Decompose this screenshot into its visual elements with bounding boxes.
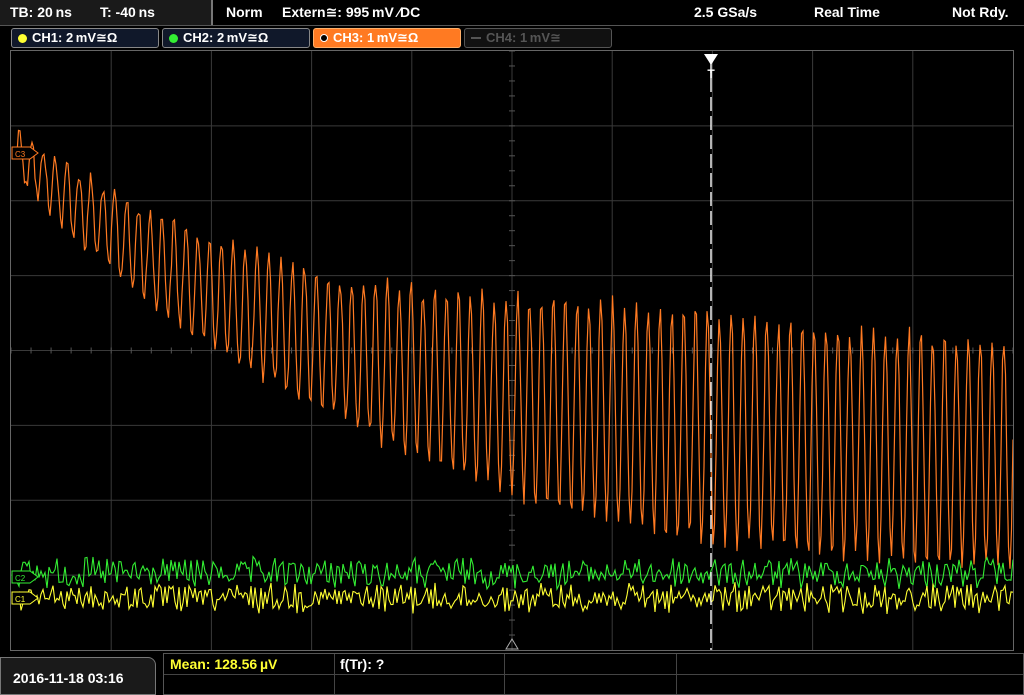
- waveform-display[interactable]: T C3 C2 C1: [10, 50, 1014, 651]
- acquisition-mode: Real Time: [814, 4, 880, 20]
- channel-tab-ch4[interactable]: CH4: 1 mV≅: [464, 28, 612, 48]
- channel-tab-ch3-label: CH3: 1 mV≅Ω: [333, 30, 419, 45]
- channel-tab-ch2[interactable]: CH2: 2 mV≅Ω: [162, 28, 310, 48]
- channel-tab-ch1-label: CH1: 2 mV≅Ω: [32, 30, 118, 45]
- ch1-offset-label: C1: [15, 595, 26, 604]
- ch3-color-icon: [320, 34, 328, 42]
- ch2-offset-label: C2: [15, 574, 26, 583]
- bottom-bar: 2016-11-18 03:16 Mean: 128.56 µV f(Tr): …: [0, 653, 1024, 695]
- measurement-frequency: f(Tr): ?: [340, 656, 385, 672]
- trigger-source[interactable]: Extern≅: 995 mV ∕DC: [282, 4, 420, 21]
- measurement-divider: [164, 674, 1023, 675]
- channel-tab-ch4-label: CH4: 1 mV≅: [486, 30, 561, 45]
- measurement-panel[interactable]: Mean: 128.56 µV f(Tr): ?: [163, 653, 1024, 695]
- timebase-panel[interactable]: TB: 20 ns T: -40 ns: [0, 0, 213, 25]
- trigger-marker-label: T: [707, 67, 715, 81]
- timebase-readout: TB: 20 ns: [10, 4, 72, 20]
- ch3-offset-label: C3: [15, 150, 26, 159]
- datetime: 2016-11-18 03:16: [13, 670, 124, 686]
- channel-tab-ch2-label: CH2: 2 mV≅Ω: [183, 30, 269, 45]
- trigger-position-icon[interactable]: [704, 54, 718, 65]
- measurement-mean: Mean: 128.56 µV: [170, 656, 278, 672]
- ch1-color-icon: [18, 33, 27, 43]
- sample-rate: 2.5 GSa/s: [694, 4, 758, 20]
- trigger-mode[interactable]: Norm: [226, 4, 263, 20]
- ch4-off-icon: [471, 37, 481, 39]
- ch1-offset-marker[interactable]: C1: [11, 591, 39, 605]
- ch2-waveform: [16, 555, 1013, 592]
- channel-tab-ch1[interactable]: CH1: 2 mV≅Ω: [11, 28, 159, 48]
- status-bar: TB: 20 ns T: -40 ns Norm Extern≅: 995 mV…: [0, 0, 1024, 25]
- ch3-waveform: [16, 129, 1013, 569]
- ch2-color-icon: [169, 33, 178, 43]
- channel-tab-ch3[interactable]: CH3: 1 mV≅Ω: [313, 28, 461, 48]
- acquisition-status: Not Rdy.: [952, 4, 1009, 20]
- ch2-offset-marker[interactable]: C2: [11, 570, 39, 584]
- waveform-canvas: T C3 C2 C1: [11, 51, 1013, 650]
- trigger-time-readout: T: -40 ns: [100, 4, 155, 20]
- datetime-panel: 2016-11-18 03:16: [0, 657, 156, 695]
- channel-tabs: CH1: 2 mV≅Ω CH2: 2 mV≅Ω CH3: 1 mV≅Ω CH4:…: [0, 25, 1024, 49]
